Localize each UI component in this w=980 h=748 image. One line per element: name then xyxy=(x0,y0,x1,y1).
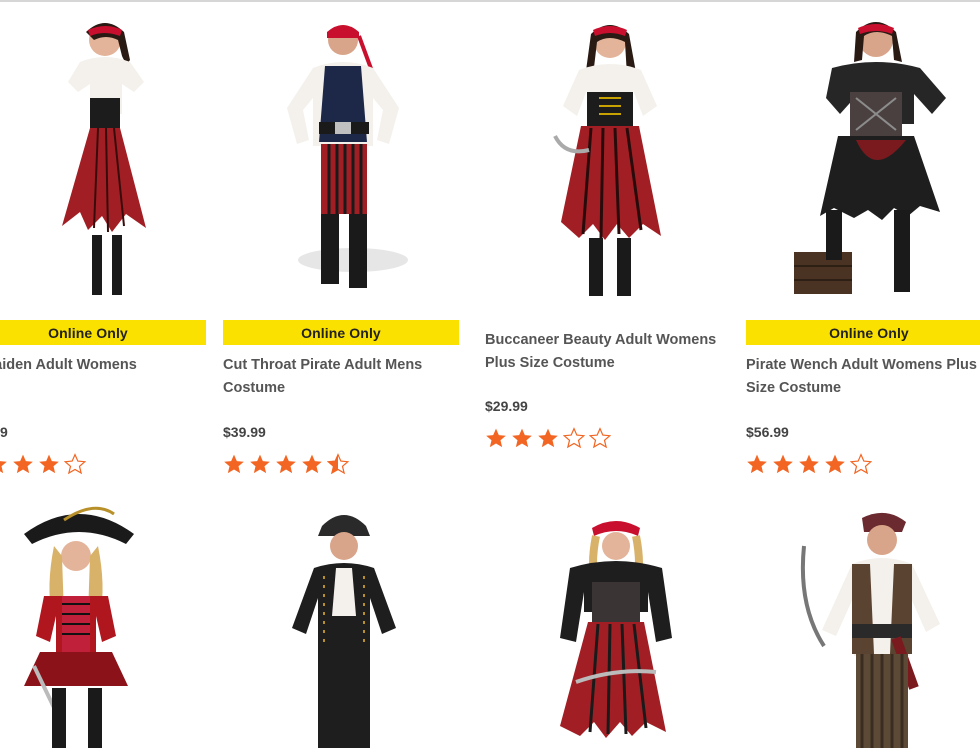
product-name-1[interactable]: e Maiden Adult Womens me xyxy=(0,354,137,400)
star-full-icon xyxy=(13,454,33,474)
product-image-5[interactable] xyxy=(4,506,154,748)
product-card-3[interactable]: Buccaneer Beauty Adult Womens Plus Size … xyxy=(485,0,721,490)
product-link-3[interactable]: Buccaneer Beauty Adult Womens Plus Size … xyxy=(485,0,721,490)
star-full-icon xyxy=(302,454,322,474)
product-name-3[interactable]: Buccaneer Beauty Adult Womens Plus Size … xyxy=(485,329,716,375)
product-link-2[interactable]: Online Only Cut Throat Pirate Adult Mens… xyxy=(223,0,459,490)
online-only-badge-4: Online Only xyxy=(746,320,980,345)
product-name-2-line1: Cut Throat Pirate Adult Mens xyxy=(223,357,423,373)
product-name-4-line1: Pirate Wench Adult Womens Plus xyxy=(746,357,977,373)
product-link-4[interactable]: Online Only Pirate Wench Adult Womens Pl… xyxy=(746,0,980,490)
product-card-2[interactable]: Online Only Cut Throat Pirate Adult Mens… xyxy=(223,0,459,490)
product-name-4-line2: Size Costume xyxy=(746,380,842,396)
star-full-icon xyxy=(512,428,532,448)
star-full-icon xyxy=(276,454,296,474)
rating-stars-1 xyxy=(0,453,86,475)
product-name-3-line1: Buccaneer Beauty Adult Womens xyxy=(485,332,717,348)
product-image-6[interactable] xyxy=(274,506,414,748)
star-empty-icon xyxy=(850,453,872,475)
star-full-icon xyxy=(747,454,767,474)
star-full-icon xyxy=(486,428,506,448)
star-empty-icon xyxy=(563,427,585,449)
product-name-3-line2: Plus Size Costume xyxy=(485,355,615,371)
product-name-1-line2: me xyxy=(0,377,137,400)
product-card-1[interactable]: Online Only e Maiden Adult Womens me 9 xyxy=(0,0,206,490)
product-price-2: $39.99 xyxy=(223,424,266,440)
star-full-icon xyxy=(39,454,59,474)
rating-stars-2 xyxy=(223,453,349,475)
star-half-icon xyxy=(327,453,349,475)
product-name-4[interactable]: Pirate Wench Adult Womens Plus Size Cost… xyxy=(746,354,977,400)
product-name-1-line1: e Maiden Adult Womens xyxy=(0,357,137,373)
product-image-3[interactable] xyxy=(515,10,685,310)
product-image-7[interactable] xyxy=(546,506,686,748)
product-image-1[interactable] xyxy=(20,10,190,310)
online-only-badge-2: Online Only xyxy=(223,320,459,345)
product-image-2[interactable] xyxy=(263,10,423,310)
star-empty-icon xyxy=(589,427,611,449)
star-full-icon xyxy=(0,461,7,474)
star-full-icon xyxy=(250,454,270,474)
online-only-badge-1: Online Only xyxy=(0,320,206,345)
product-name-2-line2: Costume xyxy=(223,380,286,396)
star-full-icon xyxy=(799,454,819,474)
product-link-1[interactable]: Online Only e Maiden Adult Womens me 9 xyxy=(0,0,206,490)
product-card-4[interactable]: Online Only Pirate Wench Adult Womens Pl… xyxy=(746,0,980,490)
star-full-icon xyxy=(825,454,845,474)
rating-stars-3 xyxy=(485,427,611,449)
rating-stars-4 xyxy=(746,453,872,475)
product-price-3: $29.99 xyxy=(485,398,528,414)
product-name-2[interactable]: Cut Throat Pirate Adult Mens Costume xyxy=(223,354,422,400)
star-full-icon xyxy=(538,428,558,448)
star-empty-icon xyxy=(64,453,86,475)
star-full-icon xyxy=(224,454,244,474)
star-full-icon xyxy=(773,454,793,474)
product-image-4[interactable] xyxy=(786,10,966,310)
product-price-1: 9 xyxy=(0,424,8,440)
product-price-4: $56.99 xyxy=(746,424,789,440)
product-image-8[interactable] xyxy=(796,506,956,748)
